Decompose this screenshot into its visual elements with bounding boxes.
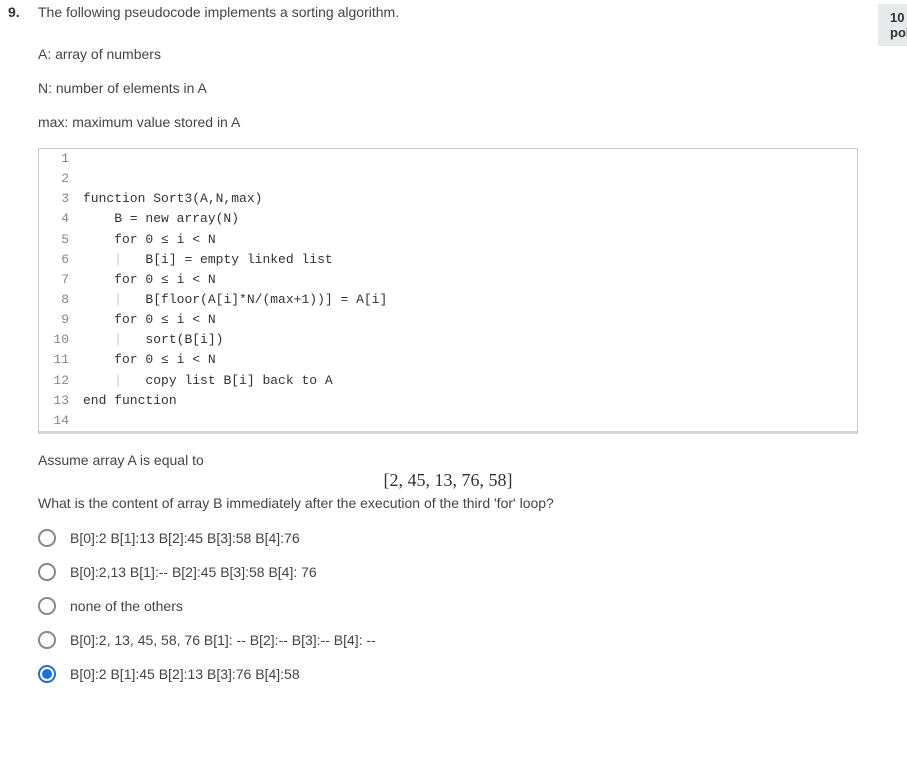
option-label: B[0]:2 B[1]:45 B[2]:13 B[3]:76 B[4]:58 (70, 666, 300, 682)
code-line: 1 (39, 149, 857, 169)
code-line: 11 for 0 ≤ i < N (39, 350, 857, 370)
code-line: 6 | B[i] = empty linked list (39, 250, 857, 270)
code-content: end function (83, 391, 857, 411)
code-box: 123function Sort3(A,N,max)4 B = new arra… (38, 148, 858, 434)
option-0[interactable]: B[0]:2 B[1]:13 B[2]:45 B[3]:58 B[4]:76 (38, 529, 858, 547)
radio-icon[interactable] (38, 597, 56, 615)
code-content: | B[i] = empty linked list (83, 250, 857, 270)
line-number: 5 (39, 230, 83, 250)
line-number: 6 (39, 250, 83, 270)
radio-icon[interactable] (38, 529, 56, 547)
line-number: 7 (39, 270, 83, 290)
code-line: 2 (39, 169, 857, 189)
line-number: 9 (39, 310, 83, 330)
option-2[interactable]: none of the others (38, 597, 858, 615)
code-line: 9 for 0 ≤ i < N (39, 310, 857, 330)
follow-question: What is the content of array B immediate… (38, 495, 858, 511)
code-content: for 0 ≤ i < N (83, 270, 857, 290)
code-line: 13end function (39, 391, 857, 411)
code-line: 5 for 0 ≤ i < N (39, 230, 857, 250)
option-label: B[0]:2,13 B[1]:-- B[2]:45 B[3]:58 B[4]: … (70, 564, 317, 580)
option-label: none of the others (70, 598, 183, 614)
line-number: 10 (39, 330, 83, 350)
radio-icon[interactable] (38, 563, 56, 581)
line-number: 14 (39, 411, 83, 431)
code-line: 14 (39, 411, 857, 431)
code-line: 12 | copy list B[i] back to A (39, 371, 857, 391)
code-line: 8 | B[floor(A[i]*N/(max+1))] = A[i] (39, 290, 857, 310)
code-content: for 0 ≤ i < N (83, 310, 857, 330)
def-a: A: array of numbers (38, 46, 858, 62)
line-number: 11 (39, 350, 83, 370)
code-content: for 0 ≤ i < N (83, 350, 857, 370)
option-4[interactable]: B[0]:2 B[1]:45 B[2]:13 B[3]:76 B[4]:58 (38, 665, 858, 683)
code-content: function Sort3(A,N,max) (83, 189, 857, 209)
question-stem: The following pseudocode implements a so… (38, 4, 858, 130)
radio-icon[interactable] (38, 665, 56, 683)
line-number: 13 (39, 391, 83, 411)
def-max: max: maximum value stored in A (38, 114, 858, 130)
question-container: 9. The following pseudocode implements a… (0, 0, 907, 707)
question-header: 9. The following pseudocode implements a… (0, 4, 907, 707)
code-line: 3function Sort3(A,N,max) (39, 189, 857, 209)
option-1[interactable]: B[0]:2,13 B[1]:-- B[2]:45 B[3]:58 B[4]: … (38, 563, 858, 581)
radio-icon[interactable] (38, 631, 56, 649)
line-number: 3 (39, 189, 83, 209)
code-content: B = new array(N) (83, 209, 857, 229)
option-3[interactable]: B[0]:2, 13, 45, 58, 76 B[1]: -- B[2]:-- … (38, 631, 858, 649)
code-content: | sort(B[i]) (83, 330, 857, 350)
code-line: 10 | sort(B[i]) (39, 330, 857, 350)
assume-text: Assume array A is equal to (38, 452, 858, 468)
def-n: N: number of elements in A (38, 80, 858, 96)
code-content: for 0 ≤ i < N (83, 230, 857, 250)
line-number: 4 (39, 209, 83, 229)
line-number: 2 (39, 169, 83, 189)
line-number: 8 (39, 290, 83, 310)
line-number: 1 (39, 149, 83, 169)
intro-text: The following pseudocode implements a so… (38, 4, 858, 20)
option-label: B[0]:2 B[1]:13 B[2]:45 B[3]:58 B[4]:76 (70, 530, 300, 546)
code-content: | B[floor(A[i]*N/(max+1))] = A[i] (83, 290, 857, 310)
options-list: B[0]:2 B[1]:13 B[2]:45 B[3]:58 B[4]:76 B[… (38, 529, 858, 707)
question-number: 9. (8, 4, 26, 20)
points-badge: 10 points (878, 4, 907, 46)
question-body: The following pseudocode implements a so… (38, 4, 858, 707)
option-label: B[0]:2, 13, 45, 58, 76 B[1]: -- B[2]:-- … (70, 632, 376, 648)
code-content: | copy list B[i] back to A (83, 371, 857, 391)
array-display: [2, 45, 13, 76, 58] (38, 470, 858, 491)
line-number: 12 (39, 371, 83, 391)
code-line: 7 for 0 ≤ i < N (39, 270, 857, 290)
code-line: 4 B = new array(N) (39, 209, 857, 229)
